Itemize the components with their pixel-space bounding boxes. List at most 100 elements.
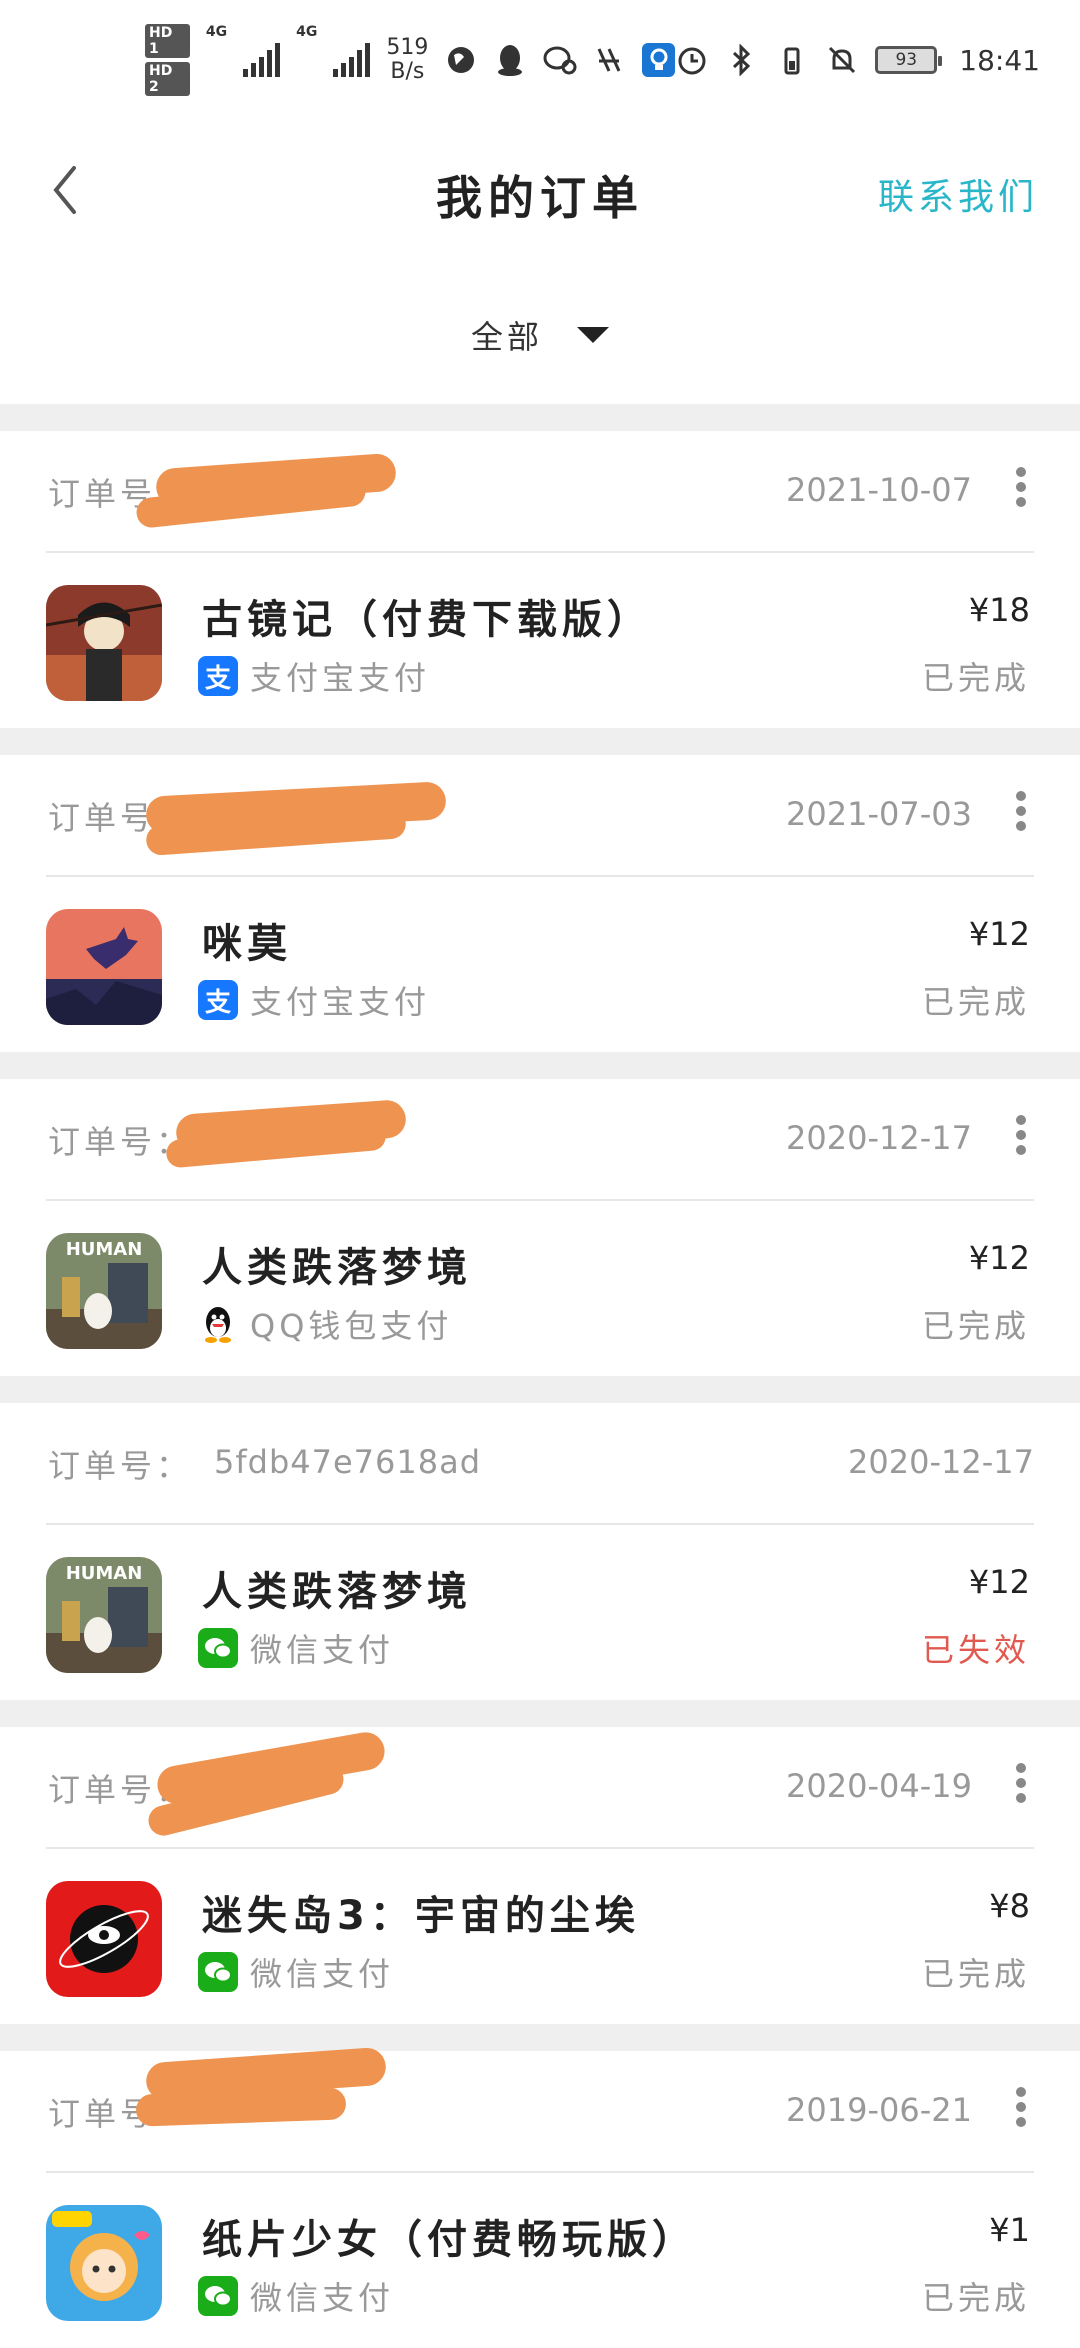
order-card[interactable]: 订单号： 2021-10-07 古镜记（付费下载版） 支 支付宝支付 ¥18 已… (0, 431, 1080, 728)
order-status: 已失效 (921, 1631, 1030, 1669)
wechat-icon (198, 1952, 238, 1992)
redaction-scribble (135, 2087, 347, 2127)
order-card[interactable]: 订单号： 2020-12-17 HUMAN 人类跌落梦境 QQ钱包支付 ¥12 … (0, 1079, 1080, 1376)
svg-text:HUMAN: HUMAN (66, 1239, 143, 1260)
network-type-1: 4G (205, 24, 228, 40)
browser-globe-icon (444, 43, 477, 77)
app-icon-lost-island-3 (46, 1881, 162, 1997)
caret-down-icon (577, 327, 609, 343)
more-options-icon[interactable] (1014, 1763, 1028, 1803)
app-notification-icon (593, 43, 626, 77)
status-bar: HD 1 HD 2 4G 4G 519 B/s 93 18:41 (0, 0, 1080, 120)
qq-penguin-icon (198, 1304, 238, 1344)
app-icon-paper-girl (46, 2205, 162, 2321)
filter-label: 全部 (470, 318, 543, 356)
hd-voice-icon: HD 1 HD 2 (145, 24, 190, 96)
payment-method: 微信支付 (198, 1625, 394, 1671)
more-options-icon[interactable] (1014, 2087, 1028, 2127)
network-type-2: 4G (296, 24, 318, 40)
wechat-icon (198, 1628, 238, 1668)
order-date: 2020-12-17 (848, 1443, 1034, 1481)
order-card[interactable]: 订单号： 2019-06-21 纸片少女（付费畅玩版） 微信支付 ¥1 已完成 (0, 2046, 1080, 2348)
order-status: 已完成 (921, 1307, 1030, 1345)
app-name: 古镜记（付费下载版） (202, 597, 652, 643)
order-item: HUMAN 人类跌落梦境 QQ钱包支付 ¥12 已完成 (46, 1201, 1034, 1376)
payment-method-label: 支付宝支付 (250, 983, 431, 1021)
payment-method-label: 微信支付 (250, 1631, 395, 1669)
more-options-icon[interactable] (1014, 791, 1028, 831)
order-number: 5fdb47e7618ad (214, 1443, 482, 1481)
payment-method-label: 支付宝支付 (250, 659, 431, 697)
order-price: ¥18 (968, 591, 1030, 629)
order-header: 订单号： 2019-06-21 (46, 2046, 1034, 2173)
order-card[interactable]: 订单号： 2021-07-03 咪莫 支 支付宝支付 ¥12 已完成 (0, 755, 1080, 1052)
order-item: 古镜记（付费下载版） 支 支付宝支付 ¥18 已完成 (46, 553, 1034, 728)
order-item: 迷失岛3：宇宙的尘埃 微信支付 ¥8 已完成 (46, 1849, 1034, 2024)
order-price: ¥12 (968, 1563, 1030, 1601)
order-price: ¥12 (968, 1239, 1030, 1277)
order-status: 已完成 (921, 1955, 1030, 1993)
order-price: ¥8 (989, 1887, 1030, 1925)
order-card[interactable]: 订单号： 2020-04-19 迷失岛3：宇宙的尘埃 微信支付 ¥8 已完成 (0, 1727, 1080, 2024)
vibrate-battery-small-icon (775, 43, 809, 77)
bluetooth-icon (725, 43, 759, 77)
app-icon-gujingji (46, 585, 162, 701)
battery-icon: 93 (875, 46, 943, 74)
more-options-icon[interactable] (1014, 1115, 1028, 1155)
payment-method-label: 微信支付 (250, 2279, 395, 2317)
app-icon-human-fall-flat: HUMAN (46, 1233, 162, 1349)
order-status: 已完成 (921, 2279, 1030, 2317)
payment-method: QQ钱包支付 (198, 1301, 452, 1347)
payment-method: 微信支付 (198, 2273, 394, 2319)
order-date: 2020-12-17 (786, 1119, 972, 1157)
app-name: 纸片少女（付费畅玩版） (202, 2217, 697, 2263)
order-header: 订单号： 2021-10-07 (46, 431, 1034, 553)
order-price: ¥12 (968, 915, 1030, 953)
signal-strength-1-icon (243, 43, 281, 77)
app-icon-mimo (46, 909, 162, 1025)
app-name: 人类跌落梦境 (202, 1569, 472, 1615)
order-item: HUMAN 人类跌落梦境 微信支付 ¥12 已失效 (46, 1525, 1034, 1700)
svg-text:HUMAN: HUMAN (66, 1563, 143, 1584)
page-header: 我的订单 联系我们 (0, 140, 1080, 240)
contact-us-link[interactable]: 联系我们 (878, 168, 1038, 220)
lightbulb-notification-icon (642, 43, 676, 77)
signal-strength-2-icon (333, 43, 371, 77)
order-item: 咪莫 支 支付宝支付 ¥12 已完成 (46, 877, 1034, 1052)
order-date: 2019-06-21 (786, 2091, 972, 2129)
order-card[interactable]: 订单号： 5fdb47e7618ad 2020-12-17 HUMAN 人类跌落… (0, 1403, 1080, 1700)
alipay-icon: 支 (198, 656, 238, 696)
order-status: 已完成 (921, 983, 1030, 1021)
app-name: 人类跌落梦境 (202, 1245, 472, 1291)
clock-time: 18:41 (959, 43, 1040, 77)
alarm-clock-icon (675, 43, 709, 77)
order-header: 订单号： 2020-04-19 (46, 1727, 1034, 1849)
order-date: 2021-07-03 (786, 795, 972, 833)
payment-method-label: QQ钱包支付 (250, 1307, 453, 1345)
mute-bell-icon (825, 43, 859, 77)
app-icon-human-fall-flat: HUMAN (46, 1557, 162, 1673)
alipay-icon: 支 (198, 980, 238, 1020)
order-status: 已完成 (921, 659, 1030, 697)
more-options-icon[interactable] (1014, 467, 1028, 507)
payment-method: 支 支付宝支付 (198, 977, 430, 1023)
order-header: 订单号： 2021-07-03 (46, 755, 1034, 877)
wechat-notification-icon (543, 43, 577, 77)
app-name: 咪莫 (202, 921, 292, 967)
wechat-icon (198, 2276, 238, 2316)
payment-method: 微信支付 (198, 1949, 394, 1995)
payment-method-label: 微信支付 (250, 1955, 395, 1993)
payment-method: 支 支付宝支付 (198, 653, 430, 699)
order-number-label: 订单号： (48, 1447, 193, 1485)
app-name: 迷失岛3：宇宙的尘埃 (202, 1893, 640, 1939)
order-header: 订单号： 2020-12-17 (46, 1079, 1034, 1201)
network-speed: 519 B/s (386, 35, 429, 84)
qq-notification-icon (494, 43, 527, 77)
order-date: 2020-04-19 (786, 1767, 972, 1805)
order-item: 纸片少女（付费畅玩版） 微信支付 ¥1 已完成 (46, 2173, 1034, 2348)
order-price: ¥1 (989, 2211, 1030, 2249)
order-header: 订单号： 5fdb47e7618ad 2020-12-17 (46, 1403, 1034, 1525)
order-filter-dropdown[interactable]: 全部 (0, 312, 1080, 358)
order-list: 订单号： 2021-10-07 古镜记（付费下载版） 支 支付宝支付 ¥18 已… (0, 404, 1080, 2348)
order-date: 2021-10-07 (786, 471, 972, 509)
